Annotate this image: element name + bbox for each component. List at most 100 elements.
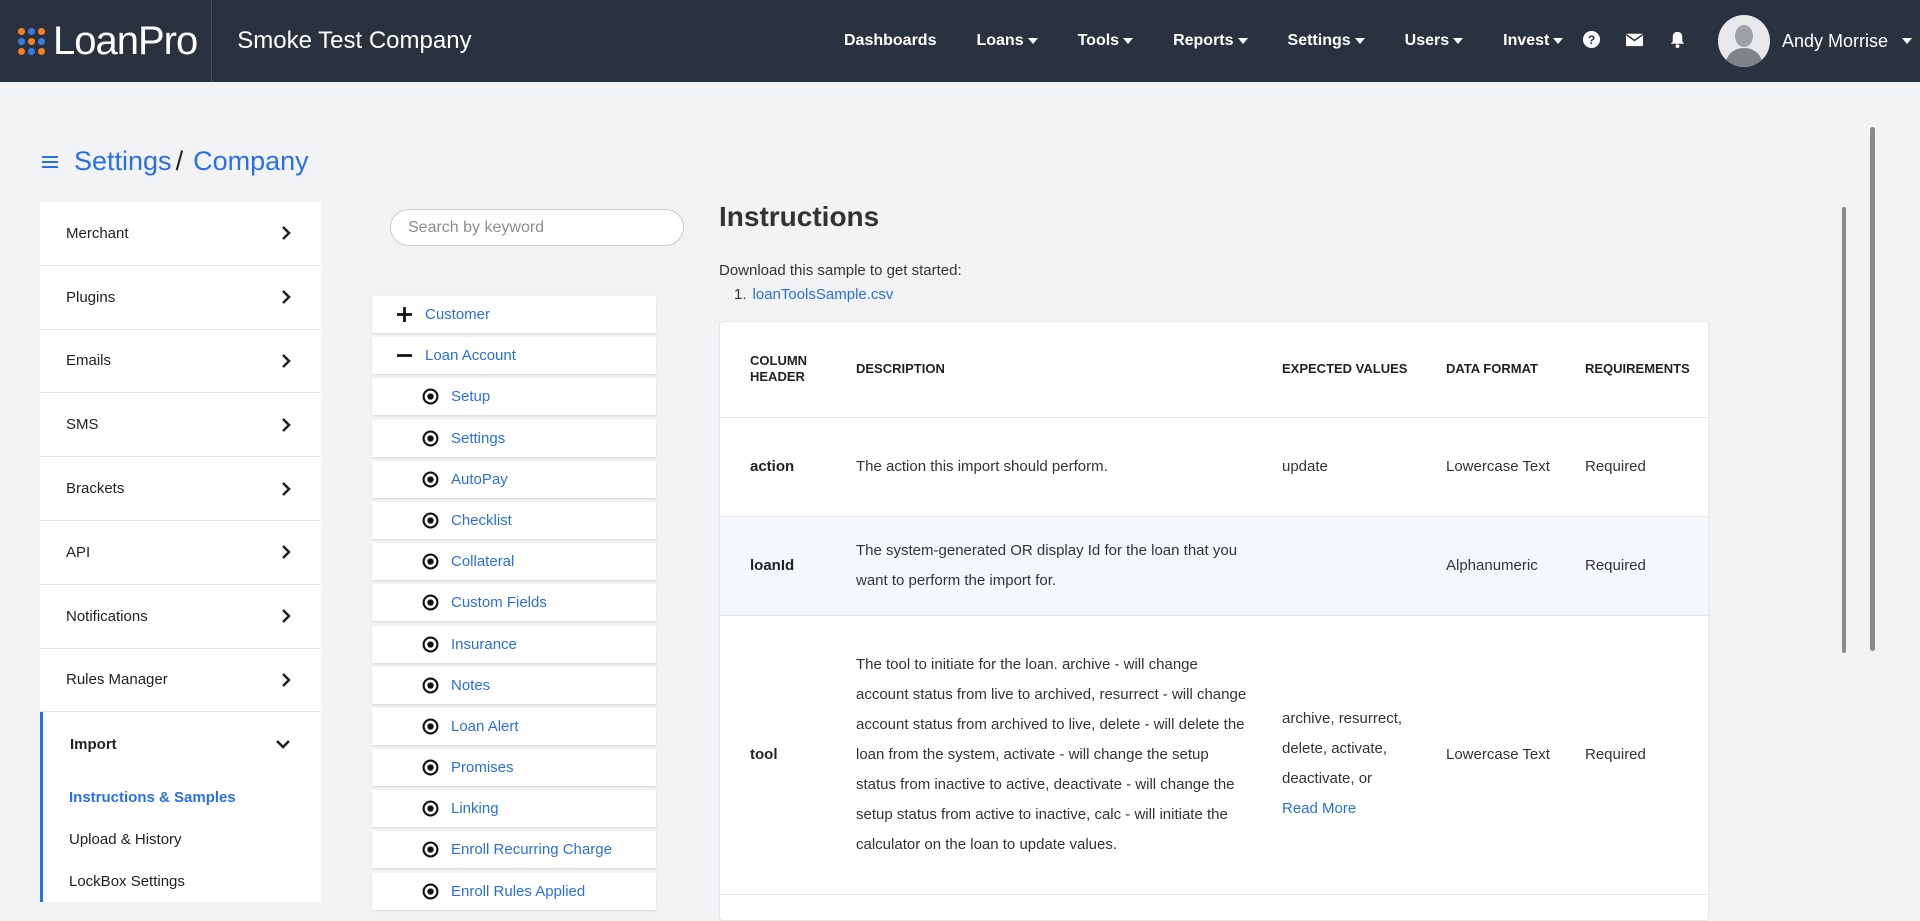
nav-users[interactable]: Users (1404, 32, 1464, 50)
user-menu[interactable]: Andy Morrise (1718, 15, 1913, 67)
loanpro-logo[interactable]: LoanPro (18, 0, 213, 82)
field-expected (1252, 516, 1416, 616)
field-description: The system-generated OR display Id for t… (826, 516, 1252, 616)
submenu-instructions-samples[interactable]: Instructions & Samples (69, 776, 321, 818)
svg-text:?: ? (1588, 33, 1596, 47)
tree-item-label: Loan Alert (451, 717, 519, 735)
sidebar-item-label: API (66, 543, 91, 561)
field-expected: archive, resurrect, delete, activate, de… (1282, 709, 1403, 787)
tree-item-enroll-rules-applied[interactable]: Enroll Rules Applied (372, 872, 656, 910)
nav-dashboards[interactable]: Dashboards (844, 32, 936, 50)
caret-down-icon (1354, 38, 1365, 44)
column-header: EXPECTED VALUES (1252, 322, 1416, 418)
sidebar-item-import[interactable]: Import (40, 712, 321, 777)
page-scrollbar[interactable] (1870, 127, 1875, 651)
field-format: Alphanumeric (1416, 516, 1567, 616)
search-input[interactable] (390, 209, 684, 246)
bell-icon[interactable] (1668, 30, 1687, 49)
sidebar-item-label: Plugins (66, 288, 116, 306)
radio-target-icon (422, 430, 439, 447)
breadcrumb-company[interactable]: Company (193, 146, 309, 177)
nav-settings[interactable]: Settings (1288, 32, 1365, 50)
instructions-title: Instructions (719, 201, 880, 232)
tree-item-autopay[interactable]: AutoPay (372, 460, 656, 498)
breadcrumb: Settings / Company (42, 146, 309, 177)
tree-item-label: Custom Fields (451, 594, 547, 612)
radio-target-icon (422, 841, 439, 858)
sidebar-item-label: Rules Manager (66, 671, 168, 689)
caret-down-icon (1123, 38, 1134, 44)
import-type-tree: Customer Loan Account Setup Settings AutoP… (372, 296, 656, 914)
radio-target-icon (422, 553, 439, 570)
tree-item-label: Checklist (451, 511, 512, 529)
column-header: REQUIREMENTS (1567, 322, 1708, 418)
sidebar-item-label: Notifications (66, 607, 148, 625)
mail-icon[interactable] (1625, 30, 1644, 49)
chevron-right-icon (282, 354, 291, 368)
sidebar-item-api[interactable]: API (40, 521, 321, 585)
tree-item-notes[interactable]: Notes (372, 666, 656, 704)
nav-reports-label: Reports (1173, 32, 1234, 49)
radio-target-icon (422, 718, 439, 735)
breadcrumb-separator: / (175, 146, 184, 176)
nav-invest-label: Invest (1503, 32, 1550, 49)
tree-item-insurance[interactable]: Insurance (372, 625, 656, 663)
tree-item-custom-fields[interactable]: Custom Fields (372, 584, 656, 622)
tree-item-checklist[interactable]: Checklist (372, 501, 656, 539)
tree-item-linking[interactable]: Linking (372, 790, 656, 828)
nav-tools-label: Tools (1077, 32, 1120, 49)
read-more-link[interactable]: Read More (1282, 800, 1356, 817)
submenu-upload-history[interactable]: Upload & History (69, 818, 321, 860)
nav-reports[interactable]: Reports (1173, 32, 1248, 50)
tree-item-settings[interactable]: Settings (372, 419, 656, 457)
tree-item-loan-account[interactable]: Loan Account (372, 337, 656, 375)
caret-down-icon (1453, 38, 1464, 44)
sidebar-item-emails[interactable]: Emails (40, 330, 321, 394)
sidebar-item-notifications[interactable]: Notifications (40, 585, 321, 649)
field-expected-cell: archive, resurrect, delete, activate, de… (1252, 615, 1416, 895)
sidebar-item-brackets[interactable]: Brackets (40, 457, 321, 521)
hamburger-menu-icon[interactable] (42, 153, 58, 171)
tree-item-collateral[interactable]: Collateral (372, 543, 656, 581)
radio-target-icon (422, 594, 439, 611)
field-name: tool (720, 615, 826, 895)
nav-users-label: Users (1404, 32, 1450, 49)
breadcrumb-settings[interactable]: Settings (74, 146, 172, 177)
field-name: action (720, 417, 826, 517)
minus-icon (397, 354, 412, 358)
tree-item-label: Enroll Recurring Charge (451, 841, 612, 859)
nav-tools[interactable]: Tools (1077, 32, 1134, 50)
field-format: Lowercase Text (1416, 417, 1567, 517)
chevron-right-icon (282, 226, 291, 241)
sidebar-item-plugins[interactable]: Plugins (40, 266, 321, 330)
field-description: The action this import should perform. (826, 417, 1252, 517)
sidebar-item-label: Emails (66, 352, 112, 370)
radio-target-icon (422, 512, 439, 529)
radio-target-icon (422, 677, 439, 694)
field-requirement: Required (1567, 615, 1708, 895)
tree-item-loan-alert[interactable]: Loan Alert (372, 707, 656, 745)
sample-file-link[interactable]: loanToolsSample.csv (753, 286, 894, 303)
table-row: action The action this import should per… (720, 417, 1708, 517)
nav-invest[interactable]: Invest (1503, 32, 1564, 50)
avatar (1718, 15, 1770, 67)
sidebar-item-rules-manager[interactable]: Rules Manager (40, 649, 321, 713)
tree-item-promises[interactable]: Promises (372, 749, 656, 787)
company-name: Smoke Test Company (237, 27, 472, 54)
sidebar-item-merchant[interactable]: Merchant (40, 202, 321, 266)
tree-item-label: Customer (425, 306, 491, 323)
nav-loans[interactable]: Loans (976, 32, 1038, 50)
tree-item-customer[interactable]: Customer (372, 296, 656, 333)
help-icon[interactable]: ? (1582, 30, 1601, 49)
content-scrollbar[interactable] (1842, 207, 1846, 653)
submenu-lockbox-settings[interactable]: LockBox Settings (69, 860, 321, 902)
field-name: loanId (720, 516, 826, 616)
chevron-right-icon (282, 417, 291, 432)
nav-settings-label: Settings (1287, 32, 1351, 49)
sidebar-item-sms[interactable]: SMS (40, 393, 321, 458)
tree-item-enroll-recurring-charge[interactable]: Enroll Recurring Charge (372, 831, 656, 869)
user-name: Andy Morrise (1782, 30, 1889, 51)
tree-item-label: Notes (451, 676, 491, 694)
column-header: COLUMN HEADER (720, 322, 826, 418)
tree-item-setup[interactable]: Setup (372, 378, 656, 416)
